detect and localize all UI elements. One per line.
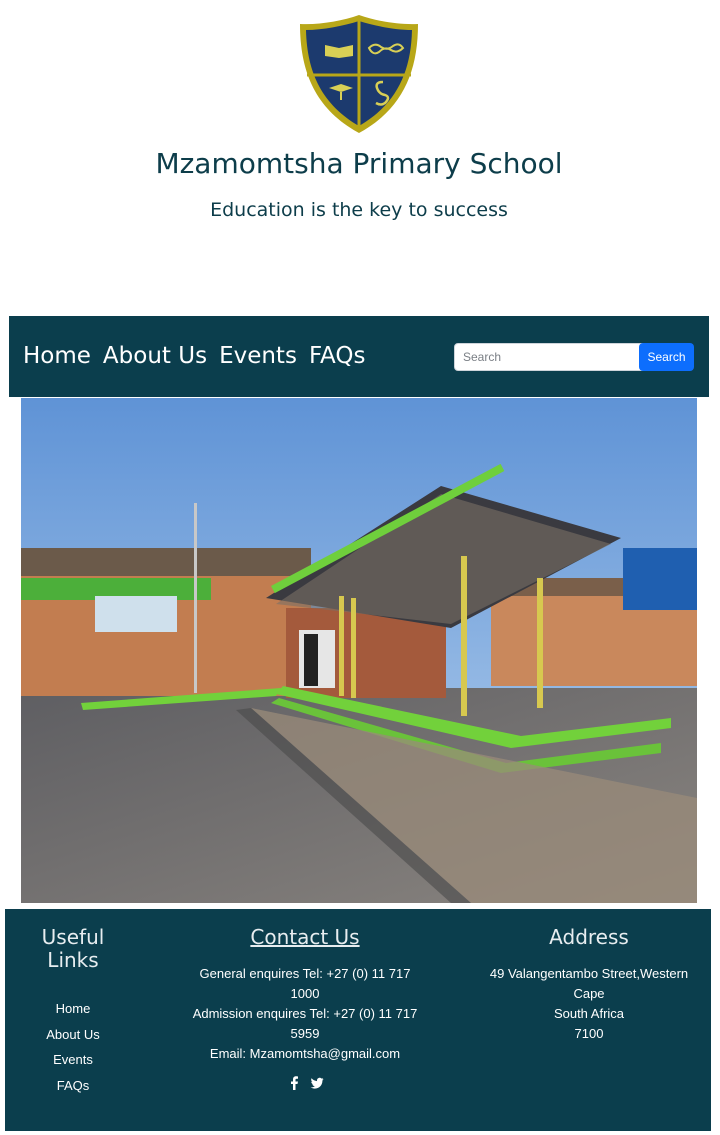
useful-links-heading-line2: Links	[47, 948, 99, 972]
social-links	[185, 1076, 425, 1090]
contact-email: Email: Mzamomtsha@gmail.com	[209, 1046, 401, 1061]
general-enquiries-line2: 1000	[290, 986, 320, 1001]
main-navbar: Home About Us Events FAQs Search	[9, 316, 709, 397]
useful-links-heading: Useful Links	[23, 926, 123, 972]
nav-link-home[interactable]: Home	[23, 338, 91, 374]
admission-enquiries-line1: Admission enquires Tel: +27 (0) 11 717	[192, 1006, 418, 1021]
search-button[interactable]: Search	[639, 343, 694, 371]
useful-links-heading-line1: Useful	[41, 925, 105, 949]
admission-enquiries-line2: 5959	[290, 1026, 320, 1041]
nav-link-about-us[interactable]: About Us	[103, 338, 207, 374]
address-column: Address 49 Valangentambo Street,Western …	[483, 909, 695, 1044]
address-line3: South Africa	[553, 1006, 625, 1021]
page: Mzamomtsha Primary School Education is t…	[0, 0, 720, 1135]
useful-links-list: Home About Us Events FAQs	[23, 996, 123, 1098]
site-footer: Useful Links Home About Us Events FAQs C…	[5, 909, 711, 1131]
search-input[interactable]	[454, 343, 650, 371]
school-name: Mzamomtsha Primary School	[155, 147, 563, 180]
twitter-icon[interactable]	[310, 1076, 324, 1090]
address-line4: 7100	[574, 1026, 604, 1041]
school-crest-logo	[300, 15, 418, 133]
address-line1: 49 Valangentambo Street,Western	[489, 966, 689, 981]
general-enquiries-line1: General enquires Tel: +27 (0) 11 717	[199, 966, 411, 981]
address-heading: Address	[549, 925, 629, 949]
nav-links: Home About Us Events FAQs	[23, 338, 365, 374]
footer-link-events[interactable]: Events	[53, 1052, 93, 1067]
nav-link-events[interactable]: Events	[219, 338, 297, 374]
school-building-photo	[21, 398, 697, 903]
address-details: 49 Valangentambo Street,Western Cape Sou…	[483, 964, 695, 1044]
list-item: About Us	[23, 1022, 123, 1048]
school-tagline: Education is the key to success	[210, 199, 508, 221]
contact-details: General enquires Tel: +27 (0) 11 717 100…	[185, 964, 425, 1064]
list-item: FAQs	[23, 1073, 123, 1099]
list-item: Home	[23, 996, 123, 1022]
footer-link-about-us[interactable]: About Us	[46, 1027, 99, 1042]
footer-link-faqs[interactable]: FAQs	[57, 1078, 90, 1093]
facebook-icon[interactable]	[288, 1076, 300, 1090]
footer-link-home[interactable]: Home	[56, 1001, 91, 1016]
contact-heading[interactable]: Contact Us	[185, 926, 425, 949]
useful-links-column: Useful Links Home About Us Events FAQs	[23, 909, 123, 1098]
nav-link-faqs[interactable]: FAQs	[309, 338, 366, 374]
address-line2: Cape	[573, 986, 605, 1001]
contact-column: Contact Us General enquires Tel: +27 (0)…	[185, 909, 425, 1090]
list-item: Events	[23, 1047, 123, 1073]
